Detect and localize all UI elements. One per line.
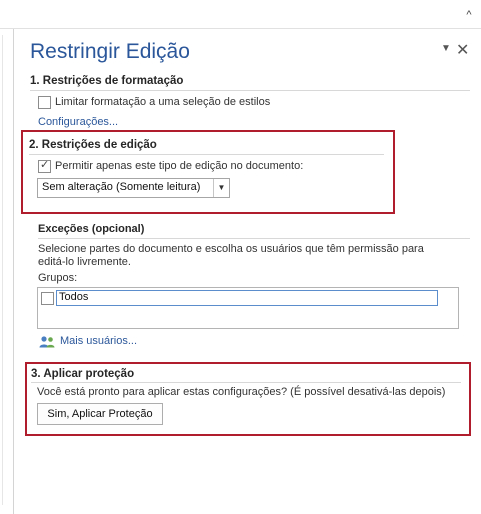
checkmark-icon: ✓ <box>40 159 50 171</box>
dropdown-chevron-down-icon[interactable]: ▼ <box>213 179 229 197</box>
limit-formatting-label: Limitar formatação a uma seleção de esti… <box>55 96 271 108</box>
section-divider <box>29 154 384 155</box>
editing-type-value: Sem alteração (Somente leitura) <box>42 181 201 193</box>
apply-protection-button[interactable]: Sim, Aplicar Proteção <box>37 403 163 425</box>
apply-protection-heading: 3. Aplicar proteção <box>31 368 135 380</box>
scroll-up-icon[interactable]: ^ <box>462 8 476 22</box>
section-divider <box>38 238 470 239</box>
limit-formatting-checkbox[interactable] <box>38 96 51 109</box>
group-everyone-checkbox[interactable] <box>41 292 54 305</box>
formatting-restrictions-heading: 1. Restrições de formatação <box>30 75 184 87</box>
pane-options-chevron-down-icon[interactable]: ▼ <box>441 43 451 54</box>
allow-editing-type-checkbox[interactable]: ✓ <box>38 159 51 173</box>
editing-restrictions-heading: 2. Restrições de edição <box>29 139 157 151</box>
formatting-settings-link[interactable]: Configurações... <box>38 116 118 128</box>
users-icon <box>39 336 55 348</box>
section-divider <box>30 90 470 91</box>
allow-editing-type-label: Permitir apenas este tipo de edição no d… <box>55 160 304 172</box>
group-everyone-label: Todos <box>59 291 89 303</box>
exceptions-description-line1: Selecione partes do documento e escolha … <box>38 243 424 255</box>
more-users-link[interactable]: Mais usuários... <box>60 335 137 347</box>
document-edge <box>0 29 14 514</box>
top-bar: ^ <box>0 0 481 29</box>
document-scrollbar[interactable] <box>2 35 11 505</box>
exceptions-description-line2: editá-lo livremente. <box>38 256 131 268</box>
section-divider <box>31 382 461 383</box>
exceptions-heading: Exceções (opcional) <box>38 223 145 235</box>
apply-protection-prompt: Você está pronto para aplicar estas conf… <box>37 386 446 398</box>
pane-close-icon[interactable]: ✕ <box>456 40 469 60</box>
groups-label: Grupos: <box>38 272 78 284</box>
groups-list[interactable]: Todos <box>37 287 459 329</box>
pane-title: Restringir Edição <box>30 40 190 63</box>
group-everyone-item[interactable]: Todos <box>56 290 438 306</box>
editing-type-dropdown[interactable]: Sem alteração (Somente leitura) ▼ <box>37 178 230 198</box>
